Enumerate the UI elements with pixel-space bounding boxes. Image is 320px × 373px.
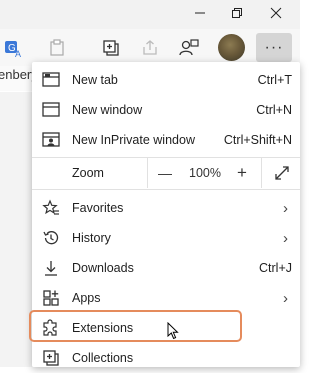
menu-item-collections[interactable]: Collections xyxy=(32,343,300,373)
favorites-icon xyxy=(42,199,60,217)
menu-item-favorites[interactable]: Favorites › xyxy=(32,193,300,223)
page-content xyxy=(0,92,32,367)
svg-text:A: A xyxy=(15,49,21,58)
menu-item-new-window[interactable]: New window Ctrl+N xyxy=(32,95,300,125)
menu-item-label: Favorites xyxy=(72,201,124,215)
menu-item-label: History xyxy=(72,231,111,245)
feedback-icon xyxy=(179,39,199,56)
extensions-highlight xyxy=(29,310,242,342)
menu-item-history[interactable]: History › xyxy=(32,223,300,253)
apps-icon xyxy=(42,289,60,307)
restore-button[interactable] xyxy=(220,0,254,25)
new-tab-icon xyxy=(42,71,60,89)
menu-item-new-inprivate-window[interactable]: New InPrivate window Ctrl+Shift+N xyxy=(32,125,300,155)
feedback-button[interactable] xyxy=(176,35,202,61)
zoom-label: Zoom xyxy=(72,166,104,180)
zoom-divider xyxy=(261,158,262,188)
history-icon xyxy=(42,229,60,247)
title-bar xyxy=(0,0,300,29)
chevron-right-icon: › xyxy=(283,229,288,247)
clipboard-icon xyxy=(50,39,64,56)
menu-divider xyxy=(32,189,300,190)
share-icon xyxy=(143,40,157,55)
translate-icon: GA xyxy=(5,41,21,58)
menu-item-zoom: Zoom — 100% + xyxy=(32,158,300,188)
more-icon: ··· xyxy=(264,38,284,56)
menu-item-label: New InPrivate window xyxy=(72,133,195,147)
settings-more-button[interactable]: ··· xyxy=(256,33,292,62)
share-button[interactable] xyxy=(137,35,163,61)
minimize-button[interactable] xyxy=(183,0,217,25)
collections-toolbar-button[interactable] xyxy=(98,35,124,61)
menu-item-apps[interactable]: Apps › xyxy=(32,283,300,313)
collections-icon xyxy=(103,40,119,56)
menu-item-label: New tab xyxy=(72,73,118,87)
zoom-out-button[interactable]: — xyxy=(148,158,182,188)
fullscreen-button[interactable] xyxy=(264,158,300,188)
menu-item-label: Collections xyxy=(72,351,134,365)
chevron-right-icon: › xyxy=(283,289,288,307)
collections-icon xyxy=(42,349,60,367)
menu-item-shortcut: Ctrl+J xyxy=(259,261,292,275)
new-window-icon xyxy=(42,101,60,119)
zoom-in-button[interactable]: + xyxy=(225,158,259,188)
menu-item-downloads[interactable]: Downloads Ctrl+J xyxy=(32,253,300,283)
close-icon xyxy=(270,7,282,18)
menu-item-label: New window xyxy=(72,103,143,117)
menu-item-shortcut: Ctrl+T xyxy=(257,73,292,87)
minimize-icon xyxy=(195,12,205,13)
fullscreen-icon xyxy=(275,166,289,180)
chevron-right-icon: › xyxy=(283,199,288,217)
menu-item-shortcut: Ctrl+N xyxy=(256,103,292,117)
menu-item-label: Apps xyxy=(72,291,101,305)
close-window-button[interactable] xyxy=(259,0,293,25)
mouse-cursor-icon xyxy=(167,322,179,340)
menu-item-label: Downloads xyxy=(72,261,134,275)
menu-item-shortcut: Ctrl+Shift+N xyxy=(223,133,292,147)
zoom-level: 100% xyxy=(189,166,221,180)
inprivate-icon xyxy=(42,131,60,149)
download-icon xyxy=(42,259,60,277)
profile-avatar[interactable] xyxy=(218,34,245,61)
restore-icon xyxy=(232,7,242,18)
clipboard-button[interactable] xyxy=(44,35,70,61)
translate-button[interactable]: GA xyxy=(1,35,27,61)
menu-item-new-tab[interactable]: New tab Ctrl+T xyxy=(32,65,300,95)
